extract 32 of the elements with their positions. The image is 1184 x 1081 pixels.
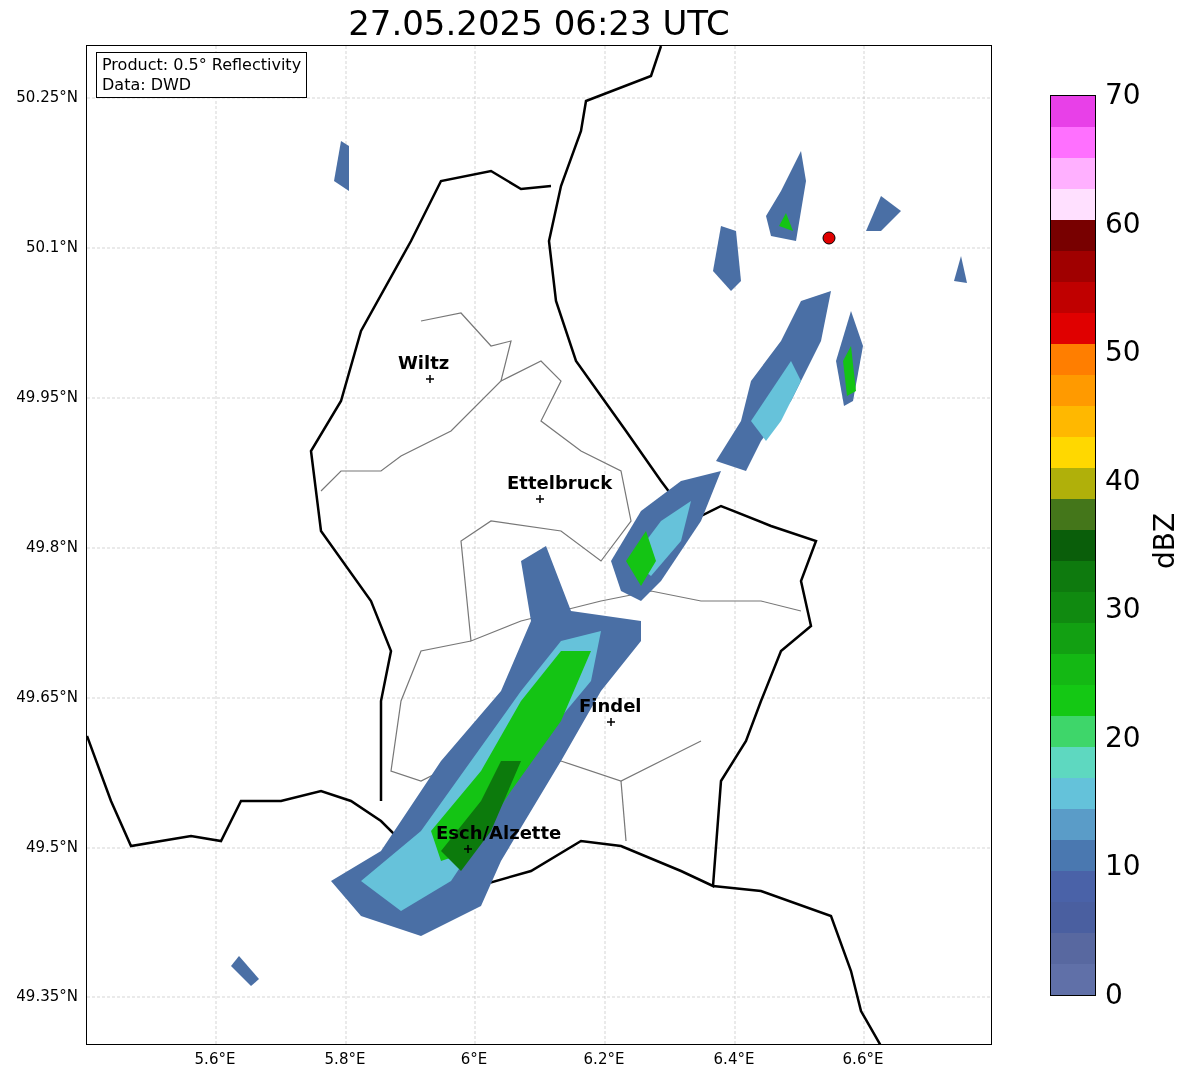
legend-text: Data: DWD [102,75,193,95]
city-label: Ettelbruck [507,473,613,493]
colorbar-tick-label: 60 [1105,207,1141,240]
colorbar-tick-label: 70 [1105,79,1141,111]
axis-tick-label: 49.95°N [16,388,78,406]
colorbar-label: dBZ [1149,512,1181,569]
city-label: Esch/Alzette [436,823,562,843]
colorbar-tick-label: 30 [1105,593,1141,626]
axis-tick-label: 5.8°E [324,1050,366,1068]
axis-tick-label: 50.25°N [16,88,78,106]
axis-tick-label: 49.65°N [16,688,78,706]
axis-tick-label: 50.1°N [25,238,78,256]
city-marker-icon [607,718,615,726]
city-marker-icon [464,845,472,853]
axis-tick-label: 6.4°E [713,1050,755,1068]
axis-tick-label: 6.2°E [583,1050,625,1068]
colorbar-tick-label: 20 [1105,721,1141,754]
city-label: Wiltz [398,353,450,373]
legend-text: Product: 0.5° Reflectivity [102,55,302,75]
colorbar-tick-label: 0 [1105,979,1123,1011]
axis-tick-label: 5.6°E [194,1050,236,1068]
axis-tick-label: 49.8°N [25,538,78,556]
colorbar-tick-label: 40 [1105,464,1141,497]
axis-tick-label: 6.6°E [842,1050,884,1068]
colorbar-tick-label: 10 [1105,850,1141,883]
colorbar-tick-label: 50 [1105,336,1141,369]
axis-tick-label: 49.35°N [16,987,78,1005]
city-marker-icon [426,375,434,383]
city-marker-icon [536,495,544,503]
axis-tick-label: 49.5°N [25,838,78,856]
axis-tick-label: 6°E [460,1050,488,1068]
chart-title: 27.05.2025 06:23 UTC [348,2,730,43]
